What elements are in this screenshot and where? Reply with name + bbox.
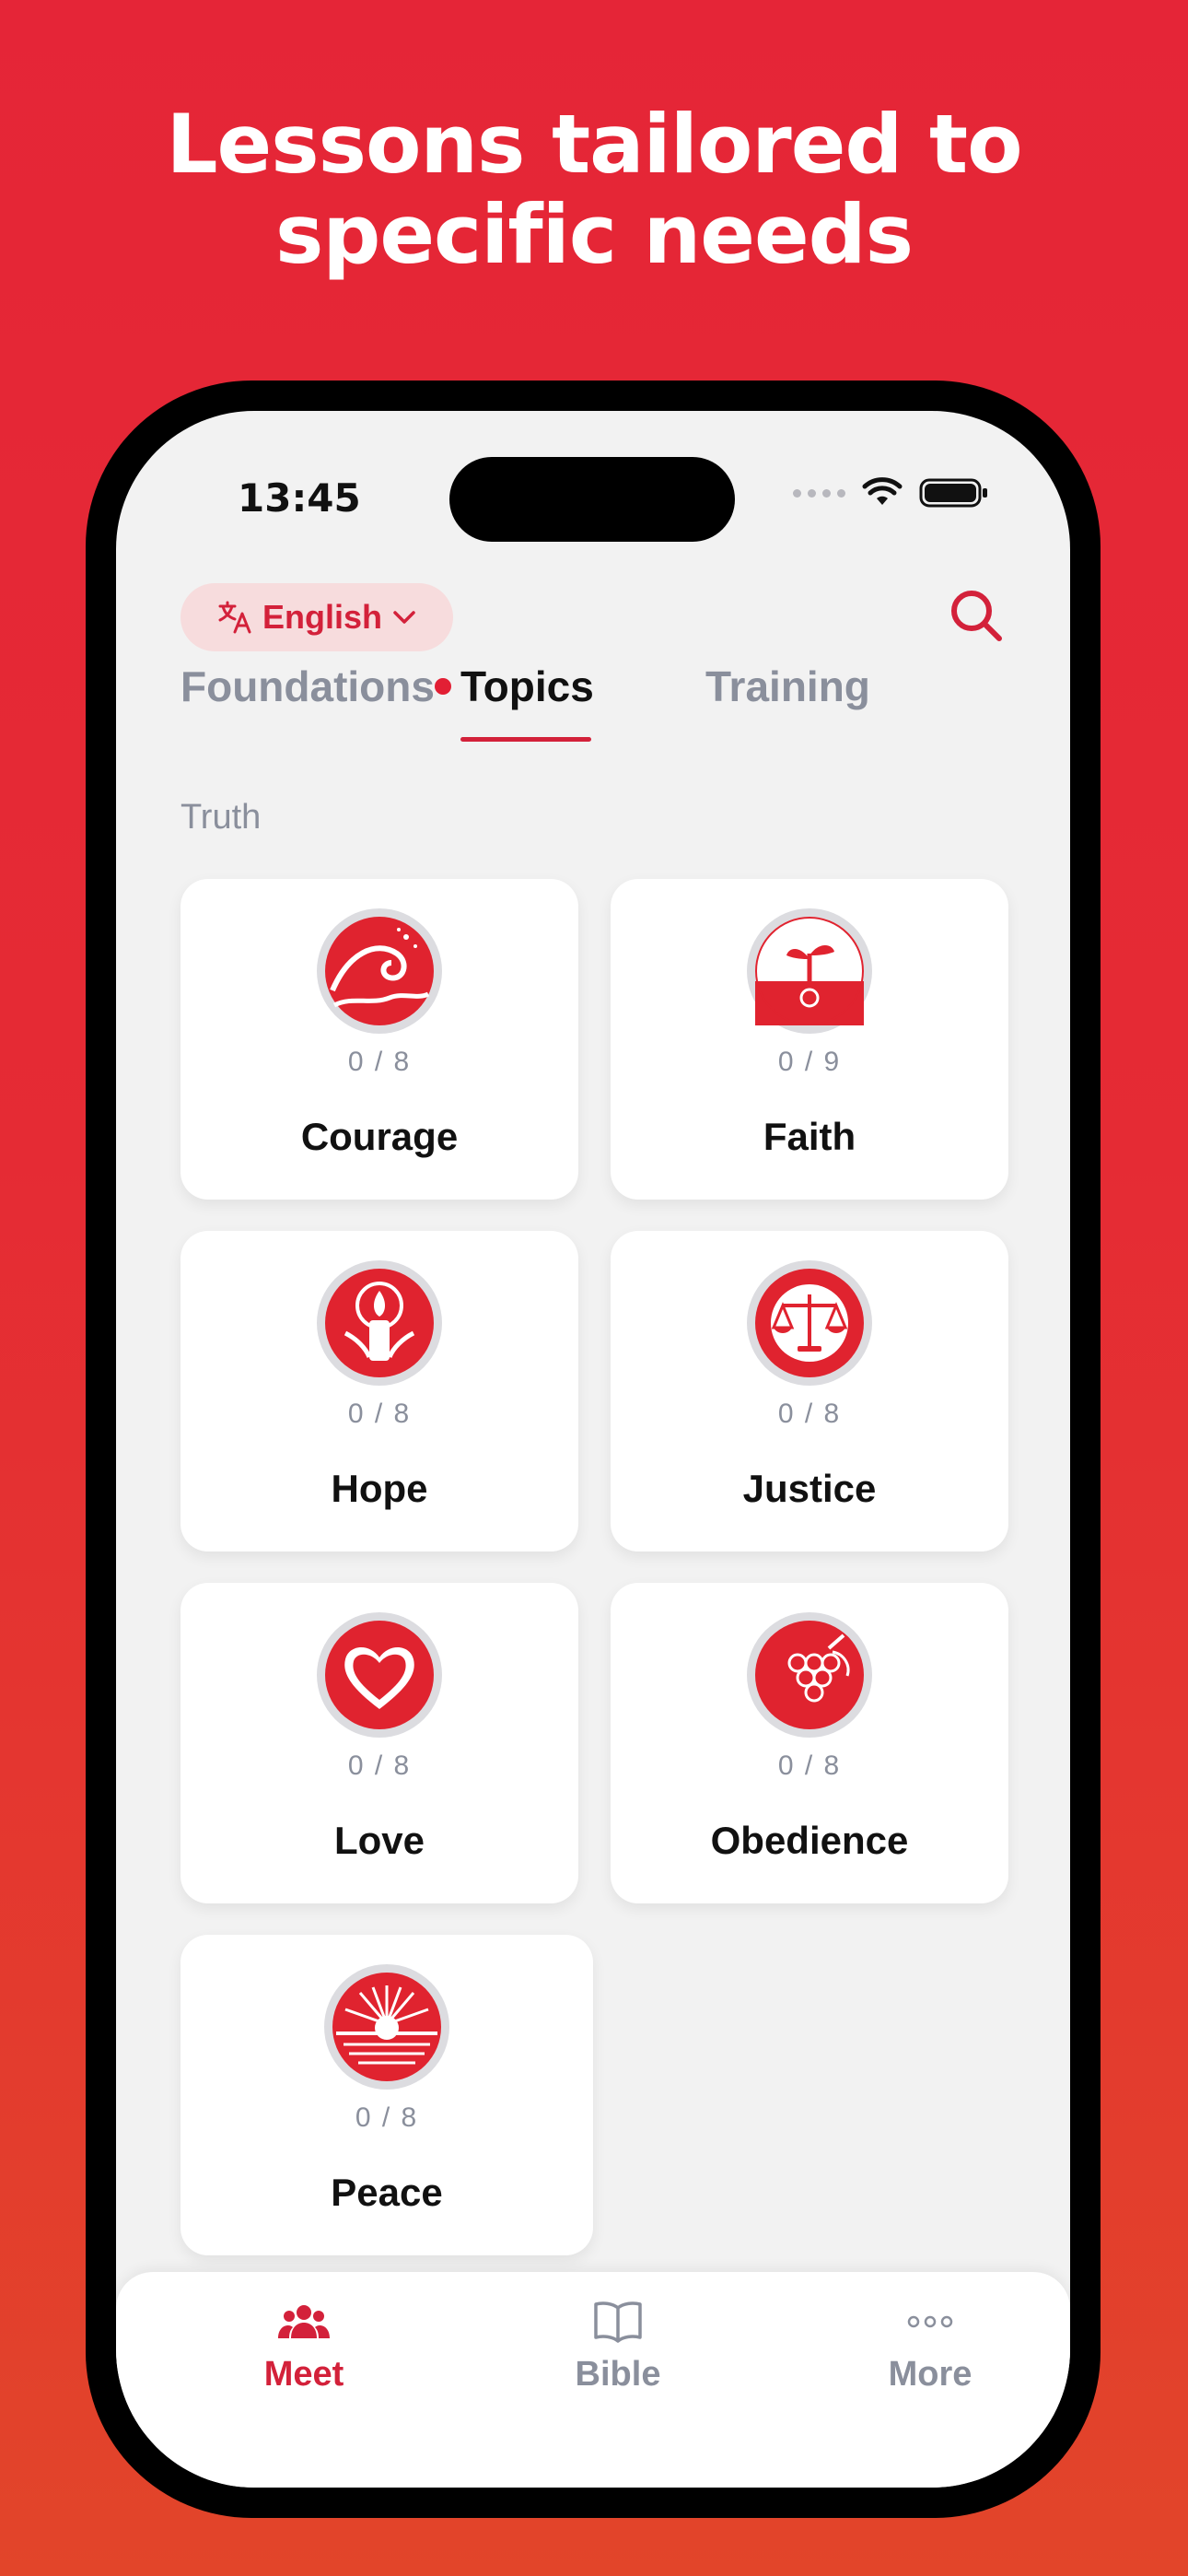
grapes-icon [755,1621,864,1729]
topic-badge [747,1612,872,1738]
topic-progress: 0 / 8 [347,1751,412,1781]
topic-progress: 0 / 8 [777,1751,842,1781]
search-icon[interactable] [947,586,1006,645]
tab-training[interactable]: Training [705,662,870,711]
sunrise-icon [332,1973,441,2081]
tab-foundations[interactable]: Foundations [181,662,435,711]
tab-bible-label: Bible [575,2355,661,2394]
topic-progress: 0 / 8 [777,1399,842,1429]
topic-progress: 0 / 8 [347,1047,412,1077]
translate-icon [218,601,251,634]
more-dots-icon [907,2315,953,2328]
tab-meet-label: Meet [263,2355,344,2394]
topic-badge [324,1964,449,2090]
dynamic-island [449,457,735,542]
tab-topics[interactable]: Topics [460,662,594,711]
topic-title: Peace [331,2171,443,2214]
wave-icon [325,917,434,1025]
topic-title: Justice [742,1467,877,1510]
people-icon [278,2305,330,2338]
topic-card-peace[interactable]: 0 / 8 Peace [181,1935,593,2255]
cellular-signal-icon [793,488,845,498]
topic-progress: 0 / 8 [347,1399,412,1429]
topic-badge [747,1260,872,1386]
topic-card-faith[interactable]: 0 / 9 Faith [611,879,1008,1200]
wifi-icon [862,477,903,505]
topic-title: Hope [331,1467,428,1510]
heart-icon [325,1621,434,1729]
topic-badge [317,1260,442,1386]
chevron-down-icon [393,611,415,624]
sprout-icon [755,917,864,1025]
topic-progress: 0 / 9 [777,1047,842,1077]
language-label: English [262,598,382,636]
topic-badge [747,908,872,1034]
topic-title: Love [333,1819,425,1862]
tab-more[interactable]: More [838,2296,1022,2395]
topic-title: Faith [763,1115,856,1158]
status-time: 13:45 [238,475,361,521]
language-selector[interactable]: English [181,583,453,651]
topic-card-courage[interactable]: 0 / 8 Courage [181,879,578,1200]
topic-card-obedience[interactable]: 0 / 8 Obedience [611,1583,1008,1903]
topic-card-justice[interactable]: 0 / 8 Justice [611,1231,1008,1551]
tab-bible[interactable]: Bible [526,2296,710,2395]
topic-progress: 0 / 8 [355,2102,419,2133]
candle-icon [325,1269,434,1377]
tab-meet[interactable]: Meet [212,2296,396,2395]
section-label: Truth [181,798,262,837]
topic-title: Obedience [710,1819,909,1862]
app-screen: 13:45 English Foundations Topics Trainin… [116,411,1070,2488]
notification-dot [435,678,451,695]
topic-card-love[interactable]: 0 / 8 Love [181,1583,578,1903]
headline-line-2: specific needs [274,187,914,282]
topic-badge [317,1612,442,1738]
topic-badge [317,908,442,1034]
headline-line-1: Lessons tailored to [166,97,1022,192]
battery-icon [919,478,987,508]
status-icons [793,477,989,509]
tab-more-label: More [888,2355,973,2394]
book-icon [594,2301,642,2343]
scales-icon [755,1269,864,1377]
topic-title: Courage [300,1115,459,1158]
phone-frame: 13:45 English Foundations Topics Trainin… [86,381,1101,2518]
topic-card-hope[interactable]: 0 / 8 Hope [181,1231,578,1551]
active-tab-indicator [460,737,591,742]
headline: Lessons tailored to specific needs [0,100,1188,280]
bottom-tab-bar: Meet Bible More [116,2272,1070,2488]
